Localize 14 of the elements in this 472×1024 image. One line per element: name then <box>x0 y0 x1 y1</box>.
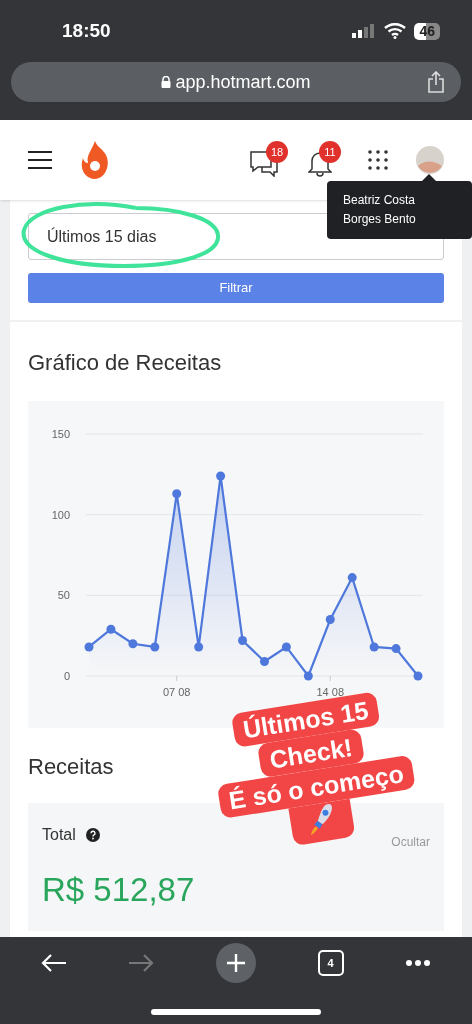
notification-badge: 18 <box>266 141 288 163</box>
axis-label: 150 <box>51 428 70 440</box>
notification-badge: 11 <box>319 141 341 163</box>
total-label: Total <box>42 825 76 845</box>
url-text: app.hotmart.com <box>175 70 311 94</box>
status-time: 18:50 <box>62 18 111 43</box>
axis-label: 0 <box>63 670 70 682</box>
axis-label: 07 08 <box>162 686 191 698</box>
axis-label: 100 <box>51 508 70 521</box>
user-tooltip: Beatriz Costa Borges Bento <box>327 181 472 239</box>
total-value: R$ 512,87 <box>42 870 196 910</box>
axis-label: 50 <box>57 589 70 602</box>
section-title: Receitas <box>28 753 114 781</box>
section-title: Gráfico de Receitas <box>28 349 223 377</box>
